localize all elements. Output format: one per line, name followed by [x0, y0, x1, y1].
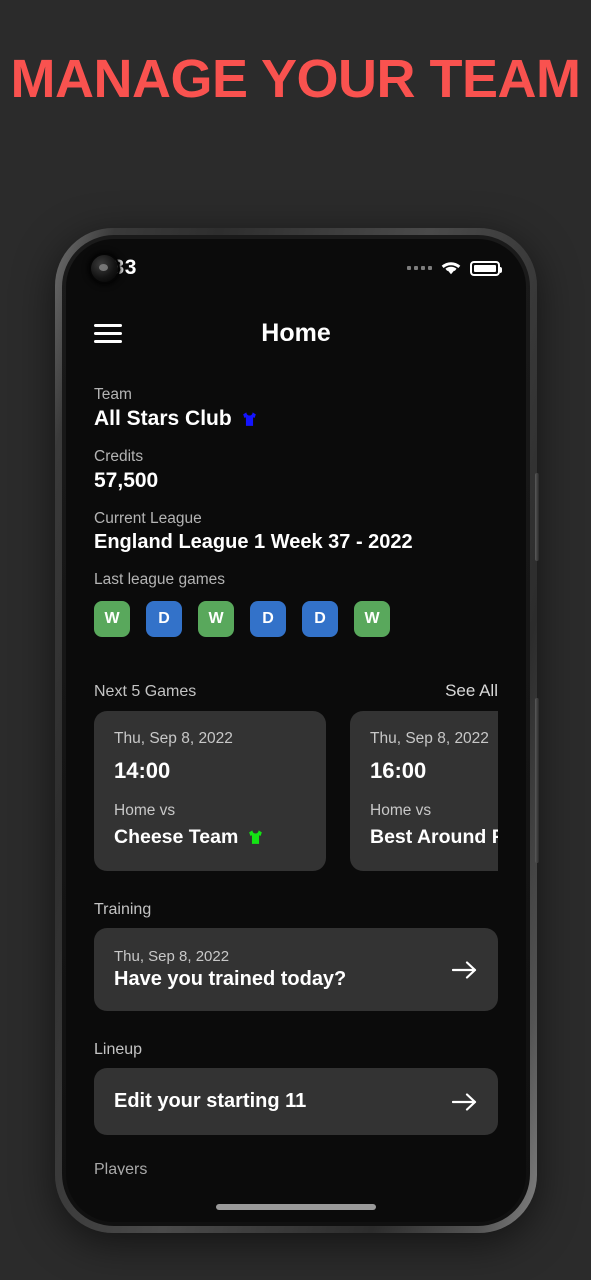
jersey-icon — [246, 828, 265, 847]
front-camera-punchhole — [91, 255, 118, 282]
training-title: Have you trained today? — [114, 968, 347, 990]
form-badge: D — [146, 601, 182, 637]
form-badge: W — [354, 601, 390, 637]
game-opponent: Best Around F — [370, 826, 498, 848]
battery-full-icon — [470, 260, 502, 276]
lineup-title: Edit your starting 11 — [114, 1090, 307, 1112]
form-badge: D — [302, 601, 338, 637]
next-games-list[interactable]: Thu, Sep 8, 2022 14:00 Home vs Cheese Te… — [94, 711, 498, 871]
game-date: Thu, Sep 8, 2022 — [370, 730, 489, 747]
arrow-right-icon — [452, 960, 478, 980]
game-time: 16:00 — [370, 758, 427, 783]
last-games-label: Last league games — [94, 571, 225, 588]
hamburger-menu-icon[interactable] — [94, 319, 122, 348]
team-name-row: All Stars Club — [94, 407, 498, 431]
game-date: Thu, Sep 8, 2022 — [114, 730, 233, 747]
league-label: Current League — [94, 510, 202, 527]
phone-frame: 2.33 — [55, 228, 539, 1233]
game-card[interactable]: Thu, Sep 8, 2022 16:00 Home vs Best Arou… — [350, 711, 498, 871]
home-content: Team All Stars Club Credits 57,500 Curre… — [66, 386, 526, 1175]
credits-label: Credits — [94, 448, 144, 465]
game-card[interactable]: Thu, Sep 8, 2022 14:00 Home vs Cheese Te… — [94, 711, 326, 871]
players-label: Players — [94, 1161, 148, 1175]
training-card[interactable]: Thu, Sep 8, 2022 Have you trained today? — [94, 928, 498, 1011]
phone-screen: 2.33 — [66, 239, 526, 1222]
page-title: MANAGE YOUR TEAM — [10, 49, 581, 109]
training-label: Training — [94, 901, 152, 918]
training-date: Thu, Sep 8, 2022 — [114, 948, 230, 965]
lineup-card[interactable]: Edit your starting 11 — [94, 1068, 498, 1135]
team-label: Team — [94, 386, 132, 403]
status-icons — [407, 260, 502, 276]
wifi-icon — [441, 261, 461, 276]
game-venue: Home vs — [114, 802, 176, 819]
phone-bezel: 2.33 — [62, 235, 530, 1226]
lineup-label: Lineup — [94, 1041, 143, 1058]
home-indicator[interactable] — [216, 1204, 376, 1210]
next-games-header: Next 5 Games See All — [94, 681, 498, 701]
form-badge: D — [250, 601, 286, 637]
form-badge: W — [198, 601, 234, 637]
form-badges: W D W D D W — [94, 601, 498, 637]
see-all-link[interactable]: See All — [445, 681, 498, 701]
game-venue: Home vs — [370, 802, 432, 819]
game-opponent-row: Best Around F — [370, 826, 498, 849]
signal-dots-icon — [407, 266, 432, 270]
next-games-title: Next 5 Games — [94, 683, 197, 700]
game-opponent-row: Cheese Team — [114, 826, 306, 849]
league-value: England League 1 Week 37 - 2022 — [94, 531, 413, 553]
game-opponent: Cheese Team — [114, 826, 239, 848]
form-badge: W — [94, 601, 130, 637]
power-button[interactable] — [535, 473, 539, 561]
app-title: Home — [261, 318, 331, 347]
team-name: All Stars Club — [94, 407, 232, 430]
promo-page: MANAGE YOUR TEAM 2.33 — [0, 0, 591, 1280]
arrow-right-icon — [452, 1092, 478, 1112]
jersey-icon — [240, 410, 259, 429]
volume-button[interactable] — [535, 698, 539, 863]
credits-value: 57,500 — [94, 469, 159, 492]
status-bar: 2.33 — [66, 239, 526, 297]
game-time: 14:00 — [114, 758, 171, 783]
app-header: Home — [66, 297, 526, 369]
